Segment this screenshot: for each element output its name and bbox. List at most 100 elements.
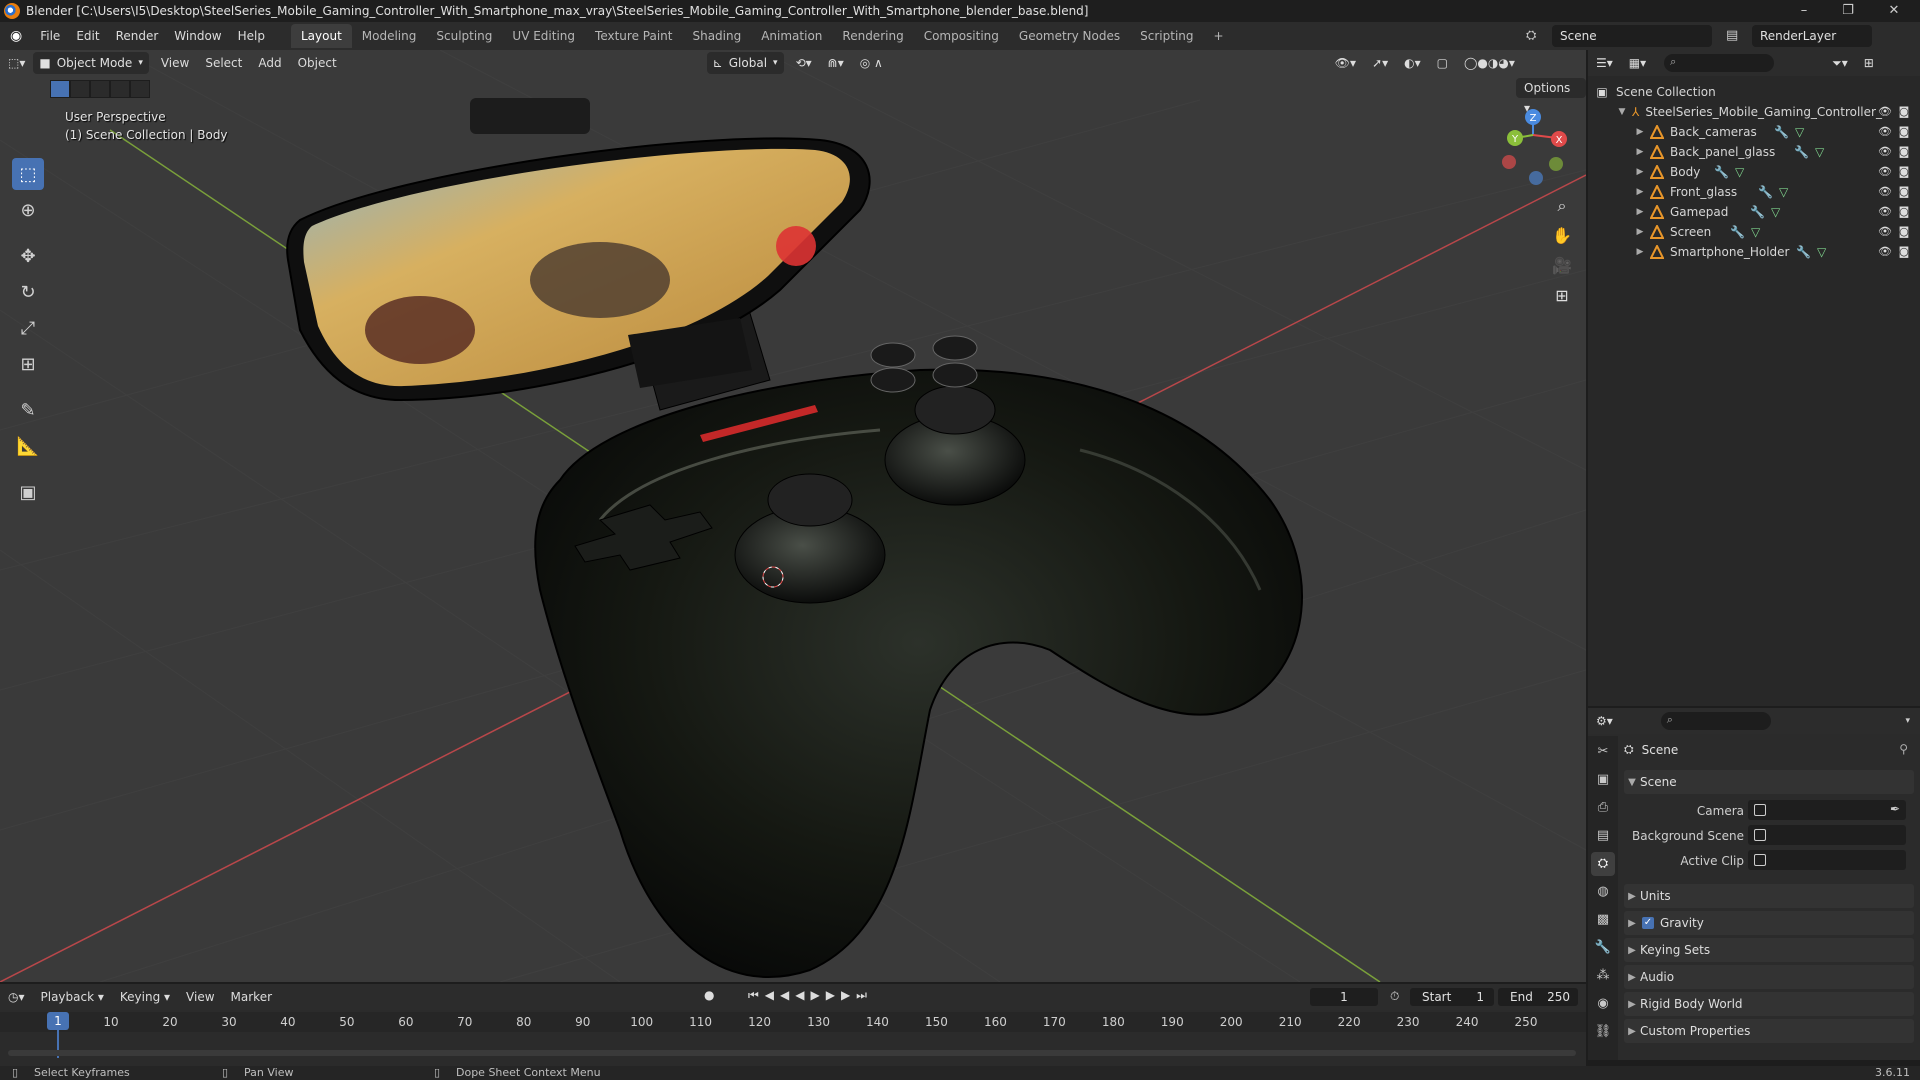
modifier-wrench-icon[interactable]: 🔧 [1796,245,1811,259]
playback-controls-icon[interactable]: ⏮◀◀◀▶▶▶⏭ [748,988,873,1003]
chevron-down-icon[interactable]: ▾ [1905,716,1910,726]
mesh-data-icon[interactable]: ▽ [1817,245,1826,259]
eye-icon[interactable]: 👁 [1878,126,1892,138]
playhead[interactable]: 1 [47,1012,69,1030]
outliner-editor-icon[interactable]: ☰▾ [1588,52,1621,74]
tab-compositing[interactable]: Compositing [914,24,1009,48]
active-clip-field[interactable] [1748,850,1906,870]
maximize-button[interactable]: ❐ [1828,0,1868,22]
add-workspace-button[interactable]: + [1204,24,1234,48]
menu-help[interactable]: Help [230,24,273,48]
pin-icon[interactable]: ⚲ [1899,742,1908,756]
properties-search-input[interactable]: ⌕ [1660,712,1771,730]
world-tab-icon[interactable]: ◍ [1591,880,1615,904]
menu-window[interactable]: Window [166,24,229,48]
menu-object[interactable]: Object [290,52,345,74]
blender-menu-icon[interactable]: ◉ [0,24,32,48]
minimize-button[interactable]: – [1784,0,1824,22]
new-collection-icon[interactable]: ⊞ [1856,52,1882,74]
options-button[interactable]: Options ▾ [1516,78,1586,115]
select-intersect-icon[interactable] [130,80,150,98]
menu-marker[interactable]: Marker [223,986,280,1008]
camera-icon[interactable]: ◙ [1898,106,1910,118]
eye-icon[interactable]: 👁 [1878,166,1892,178]
preview-range-icon[interactable]: ⏱ [1390,989,1399,1004]
record-icon[interactable]: ● [704,988,714,1002]
outliner-row-object[interactable]: ▶ Front_glass 🔧 ▽ 👁 ◙ [1588,182,1920,202]
camera-icon[interactable]: ◙ [1898,166,1910,178]
audio-section-header[interactable]: ▶ Audio [1624,965,1914,989]
filter-icon[interactable]: ⏷▾ [1824,52,1856,74]
rotate-icon[interactable]: ↻ [12,276,44,308]
camera-icon[interactable]: ◙ [1898,126,1910,138]
tab-shading[interactable]: Shading [682,24,751,48]
menu-playback[interactable]: Playback ▾ [33,986,112,1008]
expand-right-icon[interactable]: ▶ [1634,187,1646,197]
tab-animation[interactable]: Animation [751,24,832,48]
transform-orientation-selector[interactable]: ⊾ Global ▾ [706,52,784,74]
cursor-icon[interactable]: ⊕ [12,194,44,226]
modifier-wrench-icon[interactable]: 🔧 [1714,165,1729,179]
expand-right-icon[interactable]: ▶ [1634,207,1646,217]
tool-tab-icon[interactable]: ✂ [1591,740,1615,764]
camera-icon[interactable]: ◙ [1898,246,1910,258]
eye-icon[interactable]: 👁 [1878,186,1892,198]
tab-scripting[interactable]: Scripting [1130,24,1203,48]
object-tab-icon[interactable]: ▩ [1591,908,1615,932]
eye-icon[interactable]: 👁 [1878,146,1892,158]
tab-texture-paint[interactable]: Texture Paint [585,24,682,48]
xray-toggle-icon[interactable]: ▢ [1429,52,1456,74]
outliner-row-object[interactable]: ▶ Back_panel_glass 🔧 ▽ 👁 ◙ [1588,142,1920,162]
outliner-row-object[interactable]: ▶ Screen 🔧 ▽ 👁 ◙ [1588,222,1920,242]
tab-geometry-nodes[interactable]: Geometry Nodes [1009,24,1130,48]
mode-selector[interactable]: ■ Object Mode ▾ [33,52,149,74]
zoom-icon[interactable]: ⌕ [1548,192,1576,220]
select-new-icon[interactable] [50,80,70,98]
outliner-row-object[interactable]: ▶ Body 🔧 ▽ 👁 ◙ [1588,162,1920,182]
menu-render[interactable]: Render [108,24,167,48]
expand-right-icon[interactable]: ▶ [1634,227,1646,237]
expand-right-icon[interactable]: ▶ [1634,147,1646,157]
custom-properties-section-header[interactable]: ▶ Custom Properties [1624,1019,1914,1043]
scene-selector[interactable]: Scene [1552,25,1712,47]
add-cube-icon[interactable]: ▣ [12,476,44,508]
view-layer-tab-icon[interactable]: ▤ [1591,824,1615,848]
menu-keying[interactable]: Keying ▾ [112,986,178,1008]
shading-modes-icon[interactable]: ◯●◑◕▾ [1456,52,1523,74]
view-layer-icon[interactable]: ▤ [1726,28,1738,43]
camera-field[interactable]: ✒ [1748,800,1906,820]
menu-timeline-view[interactable]: View [178,986,222,1008]
menu-view[interactable]: View [153,52,197,74]
start-frame-field[interactable]: Start 1 [1410,988,1494,1006]
background-scene-field[interactable] [1748,825,1906,845]
pivot-point-icon[interactable]: ⟲▾ [788,52,820,74]
output-tab-icon[interactable]: ⎙ [1591,796,1615,820]
timeline-editor-icon[interactable]: ◷▾ [0,986,33,1008]
expand-down-icon[interactable]: ▼ [1616,107,1628,117]
particles-tab-icon[interactable]: ⁂ [1591,964,1615,988]
keying-sets-section-header[interactable]: ▶ Keying Sets [1624,938,1914,962]
visibility-icon[interactable]: 👁▾ [1327,52,1364,74]
annotate-icon[interactable]: ✎ [12,394,44,426]
3d-viewport[interactable]: Z X Y ⬚▾ ■ Object Mode ▾ View Select Add… [0,50,1586,982]
constraints-tab-icon[interactable]: ⛓ [1591,1020,1615,1044]
gizmo-toggle-icon[interactable]: ➚▾ [1364,52,1396,74]
outliner-row-collection[interactable]: ▼ ⅄ SteelSeries_Mobile_Gaming_Controller… [1588,102,1920,122]
eye-icon[interactable]: 👁 [1878,246,1892,258]
camera-icon[interactable]: ◙ [1898,186,1910,198]
eye-icon[interactable]: 👁 [1878,106,1892,118]
mesh-data-icon[interactable]: ▽ [1795,125,1804,139]
eyedropper-icon[interactable]: ✒ [1890,802,1900,816]
modifier-wrench-icon[interactable]: 🔧 [1758,185,1773,199]
modifier-wrench-icon[interactable]: 🔧 [1774,125,1789,139]
gravity-checkbox[interactable]: ✓ [1642,917,1654,929]
camera-icon[interactable]: ◙ [1898,146,1910,158]
outliner-row-object[interactable]: ▶ Smartphone_Holder 🔧 ▽ 👁 ◙ [1588,242,1920,262]
tab-modeling[interactable]: Modeling [352,24,427,48]
modifier-wrench-icon[interactable]: 🔧 [1794,145,1809,159]
menu-file[interactable]: File [32,24,68,48]
expand-right-icon[interactable]: ▶ [1634,127,1646,137]
select-extend-icon[interactable] [70,80,90,98]
properties-editor-icon[interactable]: ⚙▾ [1588,710,1621,732]
rigid-body-world-section-header[interactable]: ▶ Rigid Body World [1624,992,1914,1016]
